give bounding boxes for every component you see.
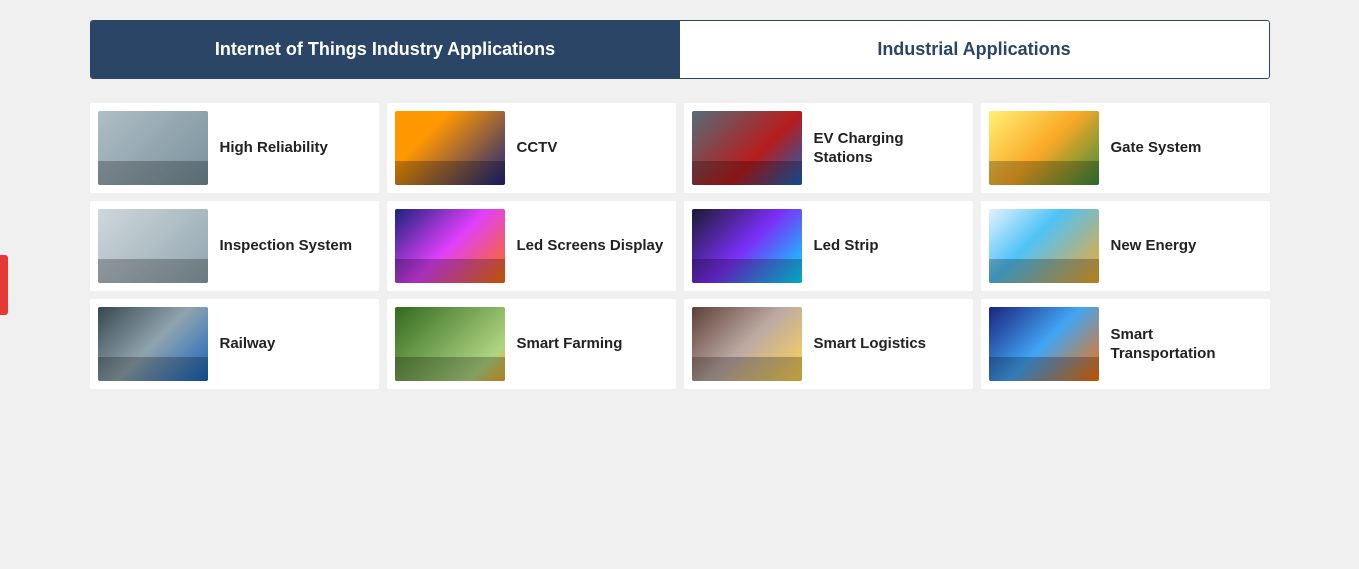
grid-label-smart-logistics: Smart Logistics (814, 334, 927, 354)
grid-item-smart-farming[interactable]: Smart Farming (387, 299, 676, 389)
grid-item-smart-logistics[interactable]: Smart Logistics (684, 299, 973, 389)
grid-item-led-screens[interactable]: Led Screens Display (387, 201, 676, 291)
grid-label-gate-system: Gate System (1111, 138, 1202, 158)
grid-label-cctv: CCTV (517, 138, 558, 158)
application-grid: High Reliability CCTV EV Charging Statio… (90, 103, 1270, 389)
grid-image-smart-farming (395, 307, 505, 381)
grid-label-ev-charging: EV Charging Stations (814, 129, 965, 168)
grid-image-led-screens (395, 209, 505, 283)
tabs-header: Internet of Things Industry Applications… (90, 20, 1270, 79)
grid-image-smart-transportation (989, 307, 1099, 381)
grid-item-smart-transportation[interactable]: Smart Transportation (981, 299, 1270, 389)
grid-image-smart-logistics (692, 307, 802, 381)
grid-item-ev-charging[interactable]: EV Charging Stations (684, 103, 973, 193)
grid-item-inspection-system[interactable]: Inspection System (90, 201, 379, 291)
grid-item-new-energy[interactable]: New Energy (981, 201, 1270, 291)
grid-image-railway (98, 307, 208, 381)
tab-iot[interactable]: Internet of Things Industry Applications (91, 21, 680, 78)
grid-item-gate-system[interactable]: Gate System (981, 103, 1270, 193)
tab-industrial[interactable]: Industrial Applications (680, 21, 1269, 78)
grid-label-smart-farming: Smart Farming (517, 334, 623, 354)
grid-image-cctv (395, 111, 505, 185)
grid-image-gate-system (989, 111, 1099, 185)
grid-label-inspection-system: Inspection System (220, 236, 353, 256)
grid-image-high-reliability (98, 111, 208, 185)
grid-item-high-reliability[interactable]: High Reliability (90, 103, 379, 193)
grid-label-led-screens: Led Screens Display (517, 236, 664, 256)
grid-item-led-strip[interactable]: Led Strip (684, 201, 973, 291)
grid-label-high-reliability: High Reliability (220, 138, 328, 158)
grid-image-led-strip (692, 209, 802, 283)
grid-image-inspection-system (98, 209, 208, 283)
grid-item-cctv[interactable]: CCTV (387, 103, 676, 193)
grid-label-led-strip: Led Strip (814, 236, 879, 256)
side-accent (0, 255, 8, 315)
grid-label-new-energy: New Energy (1111, 236, 1197, 256)
grid-image-ev-charging (692, 111, 802, 185)
page-wrapper: Internet of Things Industry Applications… (90, 20, 1270, 389)
grid-label-smart-transportation: Smart Transportation (1111, 325, 1262, 364)
grid-image-new-energy (989, 209, 1099, 283)
grid-label-railway: Railway (220, 334, 276, 354)
grid-item-railway[interactable]: Railway (90, 299, 379, 389)
